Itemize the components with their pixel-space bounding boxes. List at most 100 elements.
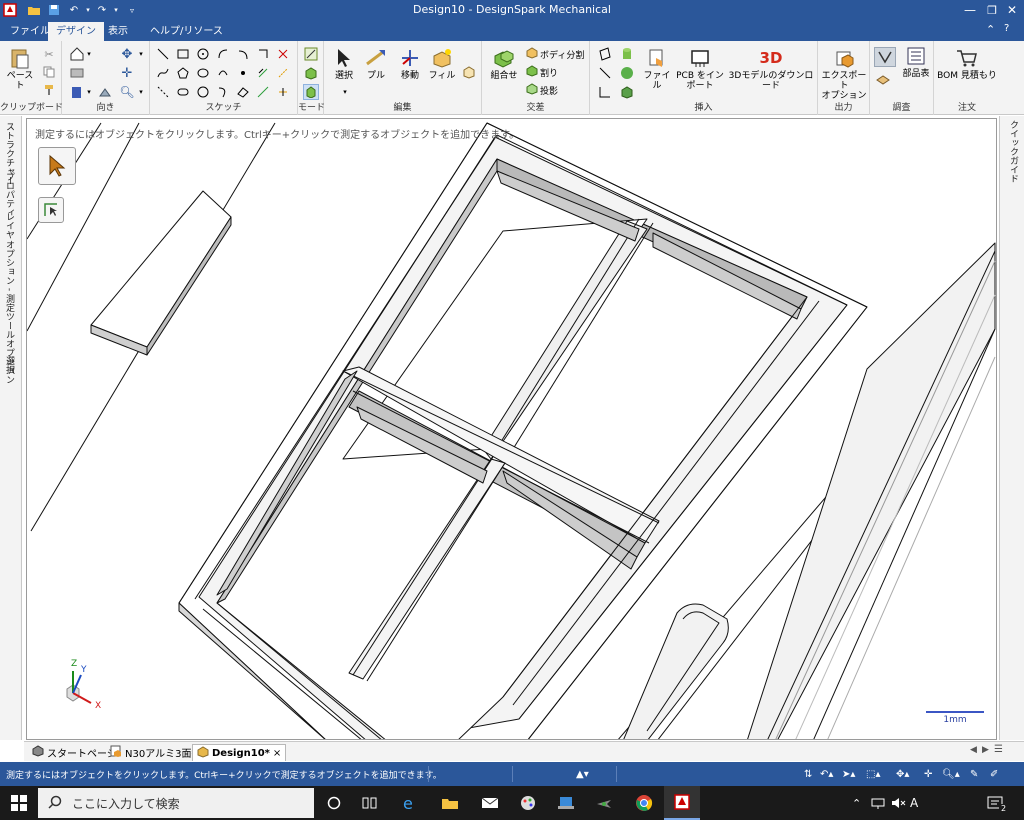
spline-tool-icon[interactable] [156, 66, 170, 80]
close-tab-icon[interactable]: × [273, 748, 281, 759]
status-pen-icon[interactable]: ✐ [990, 767, 998, 781]
construction-line-icon[interactable] [156, 85, 170, 99]
designspark-taskbar-icon[interactable] [664, 786, 700, 820]
circle-tool-icon[interactable] [196, 47, 210, 61]
tab-view[interactable]: 表示 [100, 22, 136, 41]
bom-table-button[interactable]: 部品表 [900, 45, 932, 79]
status-pan-icon[interactable]: ✛ [924, 767, 932, 781]
spin-dropdown-icon[interactable]: ▾ [134, 47, 148, 61]
taskbar-search-box[interactable]: ここに入力して検索 [38, 788, 314, 818]
status-undo-view-icon[interactable]: ↶▴ [820, 767, 833, 781]
download-3d-model-button[interactable]: 3D 3Dモデルのダウンロード [728, 47, 814, 92]
help-icon[interactable]: ? [1004, 23, 1009, 34]
trim-icon[interactable] [276, 47, 290, 61]
plan-view-icon[interactable] [70, 66, 84, 80]
split-body-button[interactable]: ボディ分割 [526, 47, 584, 62]
combine-button[interactable]: 組合せ [486, 47, 522, 81]
select-button[interactable]: 選択 [330, 47, 358, 81]
3d-mode-icon[interactable] [303, 84, 319, 100]
section-mode-icon[interactable] [304, 66, 318, 80]
status-mode-icon[interactable]: ▲▾ [576, 767, 589, 781]
cut-icon[interactable]: ✂ [42, 47, 56, 61]
sketch-mode-icon[interactable] [304, 47, 318, 61]
format-painter-icon[interactable] [42, 83, 56, 97]
three-point-rectangle-icon[interactable] [236, 85, 250, 99]
corner-arc-icon[interactable] [256, 47, 270, 61]
copy-icon[interactable] [42, 65, 56, 79]
slot-tool-icon[interactable] [176, 85, 190, 99]
polygon-tool-icon[interactable] [176, 66, 190, 80]
three-point-arc-icon[interactable] [216, 66, 230, 80]
pull-button[interactable]: プル [362, 47, 390, 81]
status-spin-icon[interactable]: ⇅ [804, 767, 812, 781]
mass-properties-icon[interactable] [876, 73, 890, 87]
laptop-app-icon[interactable] [548, 786, 584, 820]
paint-app-icon[interactable] [510, 786, 546, 820]
panel-tab-selection[interactable]: 選択 [3, 356, 16, 374]
show-hidden-icons-icon[interactable]: ⌃ [852, 786, 861, 820]
sweep-arc-icon[interactable] [236, 47, 250, 61]
arc-tool-icon[interactable] [216, 47, 230, 61]
spin-icon[interactable]: ✥ [120, 47, 134, 62]
line-tool-icon[interactable] [156, 47, 170, 61]
cortana-icon[interactable] [316, 786, 352, 820]
ellipse-tool-icon[interactable] [196, 66, 210, 80]
measure-icon[interactable] [874, 47, 896, 67]
zoom-icon[interactable]: 🔍︎ [119, 85, 134, 99]
sphere-icon[interactable] [620, 66, 634, 80]
cylinder-icon[interactable] [620, 47, 634, 61]
status-rotate-icon[interactable]: ✥▴ [896, 767, 909, 781]
bom-quote-button[interactable]: BOM 見積もり [936, 47, 998, 81]
plane-icon[interactable] [598, 47, 612, 61]
pcb-import-button[interactable]: PCB をインポート [676, 47, 724, 91]
fill-button[interactable]: フィル [428, 47, 456, 81]
home-view-dropdown-icon[interactable]: ▾ [82, 47, 96, 61]
three-point-circle-icon[interactable] [196, 85, 210, 99]
collapse-ribbon-icon[interactable]: ⌃ [986, 23, 995, 36]
rectangle-tool-icon[interactable] [176, 47, 190, 61]
split-button[interactable]: 割り [526, 65, 558, 80]
file-explorer-icon[interactable] [432, 786, 468, 820]
network-icon[interactable] [870, 786, 886, 820]
ime-indicator[interactable]: A [910, 786, 918, 820]
export-options-button[interactable]: エクスポート オプション [820, 47, 868, 101]
paste-button[interactable]: ペースト [6, 47, 34, 91]
measure-tool-button[interactable] [38, 197, 64, 223]
status-zoom-icon[interactable]: 🔍︎▴ [942, 767, 960, 781]
panel-tab-quick-guide[interactable]: クイックガイド [1007, 120, 1020, 183]
move-button[interactable]: 移動 [396, 47, 424, 81]
windows-start-button[interactable] [0, 786, 38, 820]
task-view-icon[interactable] [352, 786, 388, 820]
project-curve-icon[interactable] [256, 85, 270, 99]
split-curve-icon[interactable] [276, 85, 290, 99]
close-button[interactable]: ✕ [998, 0, 1024, 20]
notification-center-icon[interactable] [986, 786, 1004, 820]
volume-mute-icon[interactable] [890, 786, 906, 820]
box-icon[interactable] [620, 85, 634, 99]
model-canvas[interactable] [27, 119, 997, 740]
tab-design[interactable]: デザイン [48, 22, 104, 41]
select-dropdown-icon[interactable]: ▾ [338, 85, 352, 99]
status-select-icon[interactable]: ➤▴ [842, 767, 855, 781]
point-tool-icon[interactable] [236, 66, 250, 80]
status-box-select-icon[interactable]: ⬚▴ [866, 767, 880, 781]
insert-file-button[interactable]: ファイル [642, 47, 672, 91]
axis-icon[interactable] [598, 66, 612, 80]
tab-list-icon[interactable]: ☰ [994, 744, 1003, 755]
panel-tab-properties[interactable]: プロパティ [3, 172, 16, 217]
origin-icon[interactable] [598, 85, 612, 99]
offset-curve-icon[interactable] [256, 66, 270, 80]
doc-tab-design10[interactable]: Design10* × [192, 744, 287, 761]
edge-browser-icon[interactable]: e [392, 786, 428, 820]
zoom-dropdown-icon[interactable]: ▾ [134, 85, 148, 99]
plane-app-icon[interactable] [586, 786, 622, 820]
tangent-arc-icon[interactable] [216, 85, 230, 99]
zoom-extents-icon[interactable] [98, 85, 112, 99]
chrome-browser-icon[interactable] [626, 786, 662, 820]
tab-scroll-right-icon[interactable]: ▶ [982, 745, 989, 755]
mail-icon[interactable] [472, 786, 508, 820]
doc-tab-n30[interactable]: N30アルミ3面* [106, 744, 200, 761]
3d-viewport[interactable]: 測定するにはオブジェクトをクリックします。Ctrlキー+クリックで測定するオブジ… [26, 118, 997, 740]
select-tool-button[interactable] [38, 147, 76, 185]
project-button[interactable]: 投影 [526, 83, 558, 98]
